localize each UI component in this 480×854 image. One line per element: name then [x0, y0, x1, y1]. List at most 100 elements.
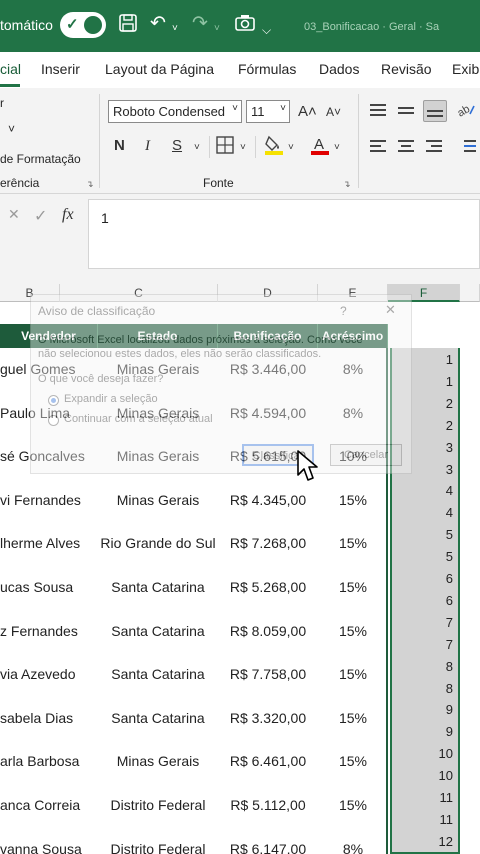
cell-vendedor[interactable]: z Fernandes: [0, 611, 98, 651]
increase-font-icon[interactable]: A˄: [298, 102, 317, 122]
customize-toolbar-icon[interactable]: ⌵: [262, 19, 271, 41]
cell-vendedor[interactable]: anca Correia: [0, 785, 98, 825]
help-icon[interactable]: ?: [340, 304, 347, 318]
radio-continue[interactable]: [48, 415, 59, 426]
cell-bonificacao[interactable]: R$ 3.320,00: [218, 698, 318, 738]
styles-dropdown-icon[interactable]: ˅: [8, 122, 15, 136]
fill-color-icon[interactable]: [264, 134, 284, 162]
radio-expand[interactable]: [48, 395, 59, 406]
align-right-button[interactable]: [424, 138, 446, 156]
cell-acrescimo[interactable]: 15%: [318, 611, 388, 651]
align-middle-button[interactable]: [396, 102, 418, 120]
camera-icon[interactable]: [234, 13, 256, 39]
orientation-icon[interactable]: ab: [455, 100, 476, 126]
cell-bonificacao[interactable]: R$ 7.758,00: [218, 654, 318, 694]
chevron-down-icon[interactable]: ˅: [288, 138, 294, 158]
cell-estado[interactable]: Santa Catarina: [98, 567, 218, 607]
formula-input[interactable]: 1: [88, 199, 480, 269]
cell-vendedor[interactable]: vi Fernandes: [0, 480, 98, 520]
font-size-select[interactable]: 11 ˅: [246, 100, 290, 123]
cell-estado[interactable]: Santa Catarina: [98, 611, 218, 651]
cell-estado[interactable]: Santa Catarina: [98, 698, 218, 738]
borders-icon[interactable]: [216, 136, 234, 160]
cell-bonificacao[interactable]: R$ 7.268,00: [218, 523, 318, 563]
italic-button[interactable]: I: [145, 136, 150, 156]
svg-text:ab: ab: [456, 103, 472, 120]
underline-button[interactable]: S: [172, 136, 182, 156]
cell-vendedor[interactable]: lherme Alves: [0, 523, 98, 563]
font-launcher-icon[interactable]: ↴: [343, 179, 351, 190]
cell-bonificacao[interactable]: R$ 5.112,00: [218, 785, 318, 825]
column-header-g[interactable]: [460, 284, 480, 302]
insert-function-icon[interactable]: fx: [62, 206, 74, 224]
cell-estado[interactable]: Rio Grande do Sul: [98, 523, 218, 563]
tab-review[interactable]: Revisão: [381, 61, 432, 77]
cell-estado[interactable]: Minas Gerais: [98, 741, 218, 781]
cell-vendedor[interactable]: via Azevedo: [0, 654, 98, 694]
redo-icon[interactable]: ↷: [192, 13, 208, 35]
cell-vendedor[interactable]: vanna Sousa: [0, 829, 98, 854]
align-center-button[interactable]: [396, 138, 418, 156]
undo-dropdown-icon[interactable]: ˅: [172, 18, 178, 40]
cell-vendedor[interactable]: arla Barbosa: [0, 741, 98, 781]
cancel-icon[interactable]: ✕: [8, 206, 20, 223]
font-name-select[interactable]: Roboto Condensed ˅: [108, 100, 242, 123]
ribbon: r ˅ de Formatação erência ↴ Roboto Conde…: [0, 88, 480, 194]
font-size-value: 11: [251, 104, 265, 119]
cell-estado[interactable]: Distrito Federal: [98, 829, 218, 854]
cancel-button[interactable]: Cancelar: [330, 444, 402, 466]
styles-fragment[interactable]: r: [0, 96, 4, 110]
clipboard-launcher-icon[interactable]: ↴: [86, 179, 94, 190]
f-cell-value: 3: [445, 439, 453, 455]
f-cell-value: 1: [445, 373, 453, 389]
undo-icon[interactable]: ↶: [150, 13, 166, 35]
cell-bonificacao[interactable]: R$ 5.268,00: [218, 567, 318, 607]
check-icon: ✓: [66, 16, 79, 33]
cell-acrescimo[interactable]: 15%: [318, 785, 388, 825]
cell-estado[interactable]: Minas Gerais: [98, 480, 218, 520]
cell-acrescimo[interactable]: 8%: [318, 829, 388, 854]
cell-acrescimo[interactable]: 15%: [318, 480, 388, 520]
bold-button[interactable]: N: [114, 136, 125, 156]
cell-acrescimo[interactable]: 15%: [318, 523, 388, 563]
cell-bonificacao[interactable]: R$ 6.147,00: [218, 829, 318, 854]
conditional-format-label[interactable]: de Formatação: [0, 152, 81, 166]
enter-icon[interactable]: ✓: [34, 206, 47, 226]
indent-button[interactable]: [456, 138, 478, 156]
option-expand-label[interactable]: Expandir a seleção: [64, 393, 158, 405]
tab-view[interactable]: Exibi: [452, 61, 480, 77]
redo-dropdown-icon[interactable]: ˅: [214, 18, 220, 40]
decrease-font-icon[interactable]: A˅: [326, 102, 341, 122]
f-cell-value: 11: [439, 790, 454, 805]
align-bottom-button[interactable]: [423, 100, 447, 122]
align-top-button[interactable]: [368, 102, 390, 120]
option-continue-label[interactable]: Continuar com a seleção atual: [64, 413, 213, 425]
tab-formulas[interactable]: Fórmulas: [238, 61, 296, 77]
cell-estado[interactable]: Distrito Federal: [98, 785, 218, 825]
cell-acrescimo[interactable]: 15%: [318, 567, 388, 607]
cell-bonificacao[interactable]: R$ 8.059,00: [218, 611, 318, 651]
cell-acrescimo[interactable]: 15%: [318, 698, 388, 738]
ribbon-tabs: cial Inserir Layout da Página Fórmulas D…: [0, 52, 480, 88]
f-cell-value: 10: [438, 768, 453, 784]
tab-page-layout[interactable]: Layout da Página: [105, 61, 214, 77]
chevron-down-icon[interactable]: ˅: [240, 138, 246, 158]
cell-acrescimo[interactable]: 15%: [318, 654, 388, 694]
cell-vendedor[interactable]: ucas Sousa: [0, 567, 98, 607]
cell-acrescimo[interactable]: 15%: [318, 741, 388, 781]
tab-insert[interactable]: Inserir: [41, 61, 80, 77]
autosave-toggle[interactable]: ✓: [60, 12, 106, 38]
close-icon[interactable]: ✕: [385, 302, 396, 318]
tab-home[interactable]: cial: [0, 61, 21, 77]
cell-bonificacao[interactable]: R$ 6.461,00: [218, 741, 318, 781]
column-g-cells[interactable]: [460, 348, 480, 854]
align-left-button[interactable]: [368, 138, 390, 156]
save-icon[interactable]: [118, 13, 138, 39]
chevron-down-icon[interactable]: ˅: [194, 138, 200, 158]
chevron-down-icon[interactable]: ˅: [334, 138, 340, 158]
cell-estado[interactable]: Santa Catarina: [98, 654, 218, 694]
cell-vendedor[interactable]: sabela Dias: [0, 698, 98, 738]
font-color-icon[interactable]: A: [310, 134, 330, 162]
f-cell-value: 12: [438, 833, 453, 849]
tab-data[interactable]: Dados: [319, 61, 359, 77]
